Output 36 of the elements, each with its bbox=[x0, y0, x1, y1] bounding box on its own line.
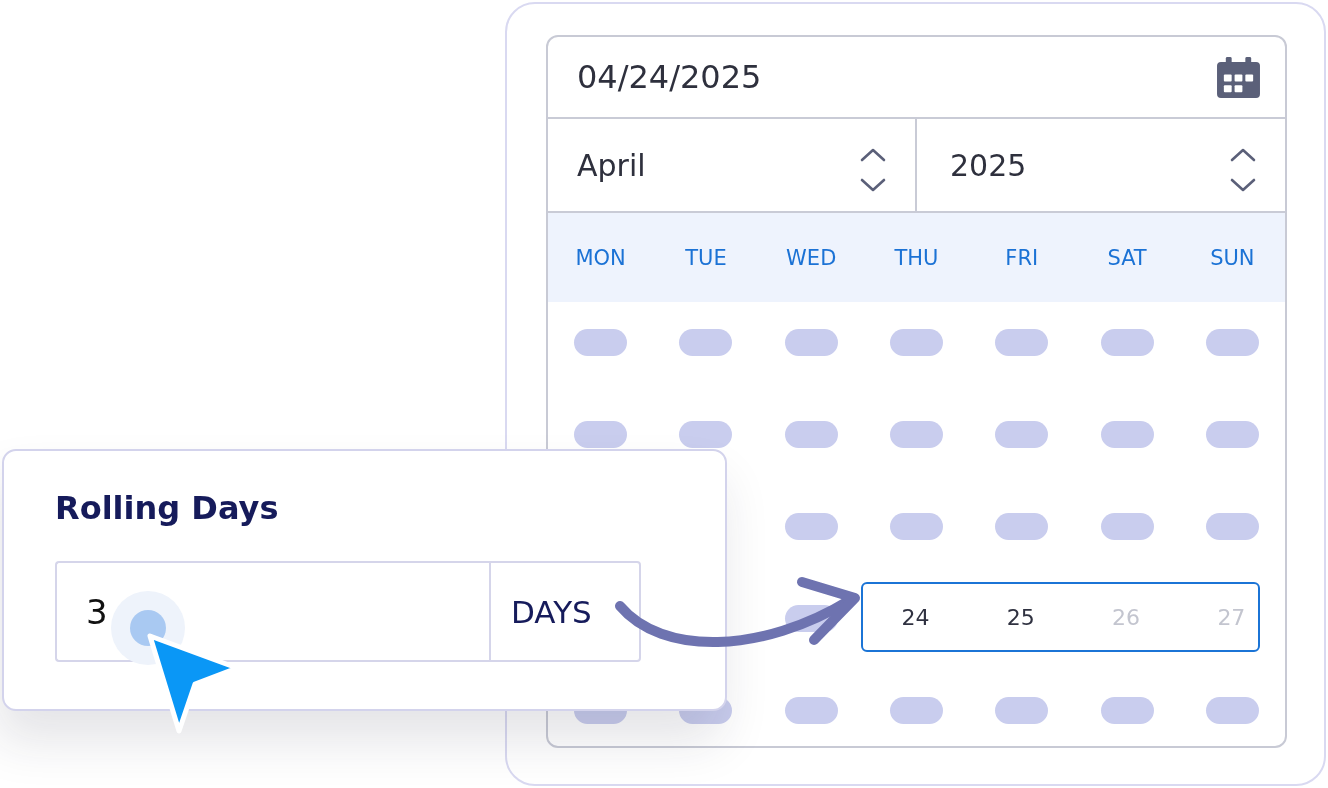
pill-placeholder-icon bbox=[784, 697, 838, 724]
pill-placeholder-icon bbox=[995, 697, 1049, 724]
year-select[interactable]: 2025 bbox=[917, 119, 1285, 211]
pill-placeholder-icon bbox=[1205, 697, 1259, 724]
weekday-label: MON bbox=[575, 245, 626, 270]
weekday-label: FRI bbox=[1005, 245, 1039, 270]
card-title: Rolling Days bbox=[55, 488, 279, 528]
pill-placeholder-icon bbox=[574, 329, 628, 356]
pill-placeholder-icon bbox=[784, 513, 838, 540]
calendar-icon[interactable] bbox=[1217, 56, 1260, 98]
weekday-label: SUN bbox=[1210, 245, 1255, 270]
date-field[interactable]: 04/24/2025 bbox=[548, 37, 1285, 119]
weekday-label: TUE bbox=[685, 245, 727, 270]
pill-placeholder-icon bbox=[890, 329, 943, 356]
pill-placeholder-icon bbox=[1205, 513, 1259, 540]
pill-placeholder-icon bbox=[995, 421, 1049, 448]
pill-placeholder-icon bbox=[1100, 697, 1154, 724]
pill-placeholder-icon bbox=[1100, 513, 1154, 540]
pill-placeholder-icon bbox=[679, 329, 733, 356]
pill-placeholder-icon bbox=[1205, 421, 1259, 448]
pill-placeholder-icon bbox=[784, 421, 838, 448]
month-select[interactable]: April bbox=[548, 119, 917, 211]
pill-placeholder-icon bbox=[1100, 329, 1154, 356]
weekday-label: THU bbox=[894, 245, 939, 270]
up-down-chevron-icon[interactable] bbox=[860, 147, 886, 193]
pill-placeholder-icon bbox=[1205, 329, 1259, 356]
pill-placeholder-icon bbox=[995, 329, 1049, 356]
pill-placeholder-icon bbox=[890, 421, 943, 448]
pill-placeholder-icon bbox=[890, 697, 943, 724]
pill-placeholder-icon bbox=[784, 329, 838, 356]
up-down-chevron-icon[interactable] bbox=[1230, 147, 1256, 193]
pill-placeholder-icon bbox=[890, 513, 943, 540]
weekday-label: SAT bbox=[1107, 245, 1147, 270]
pill-placeholder-icon bbox=[995, 513, 1049, 540]
weekday-label: WED bbox=[786, 245, 837, 270]
pill-placeholder-icon bbox=[1100, 421, 1154, 448]
